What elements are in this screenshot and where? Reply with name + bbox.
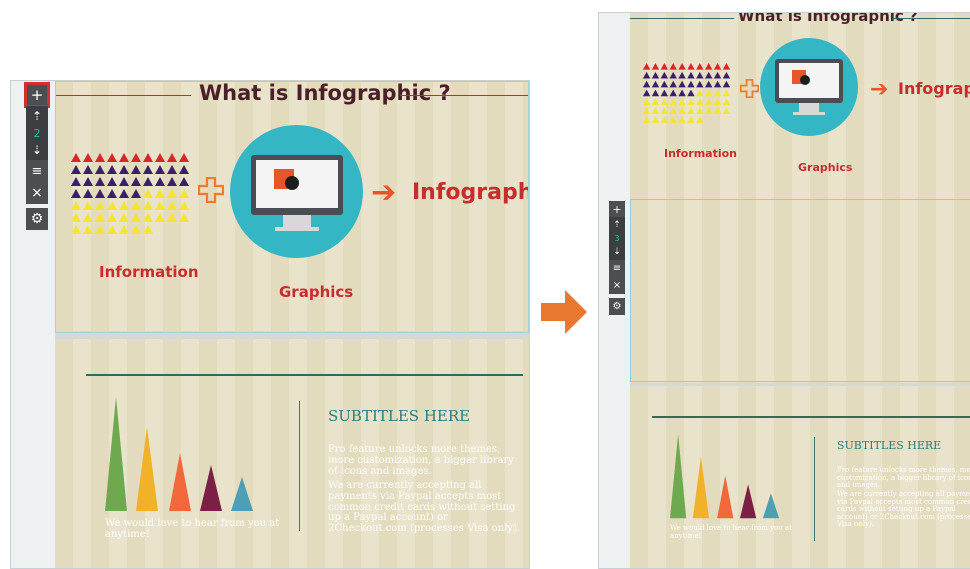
section-toolbar-after: + ⇡ 3 ⇣ ≡ × ⚙ bbox=[609, 201, 625, 315]
column-divider-after bbox=[814, 437, 815, 541]
section-rule bbox=[86, 374, 523, 376]
settings-button-after[interactable]: ⚙ bbox=[609, 298, 625, 315]
infographic-label-after: Infographic bbox=[898, 79, 970, 98]
graphics-label-after: Graphics bbox=[798, 161, 853, 174]
triangle-green bbox=[105, 397, 127, 511]
editor-before: What is Infographic ? Information Graphi… bbox=[10, 80, 530, 569]
layout-button[interactable]: ≡ bbox=[26, 160, 48, 182]
triangle-chart-graphic bbox=[105, 397, 253, 511]
footer-text: We would love to hear from you at anytim… bbox=[105, 518, 280, 540]
delete-section-button-after[interactable]: × bbox=[609, 277, 625, 294]
section-outline bbox=[55, 81, 529, 333]
section-rule-after bbox=[652, 416, 970, 418]
arrow-right-icon-after: ➔ bbox=[870, 77, 889, 102]
settings-button[interactable]: ⚙ bbox=[26, 208, 48, 230]
subtitle-after: SUBTITLES HERE bbox=[837, 439, 942, 452]
triangle-orange bbox=[169, 453, 191, 511]
new-empty-section[interactable] bbox=[630, 199, 970, 382]
screen-shape-circle-after bbox=[800, 75, 810, 85]
footer-text-after: We would love to hear from you at anytim… bbox=[670, 524, 792, 540]
move-down-button[interactable]: ⇣ bbox=[26, 140, 48, 160]
move-down-button-after[interactable]: ⇣ bbox=[609, 244, 625, 260]
move-up-button[interactable]: ⇡ bbox=[26, 106, 48, 126]
paragraph-1: Pro feature unlocks more themes, more cu… bbox=[328, 444, 514, 477]
move-up-button-after[interactable]: ⇡ bbox=[609, 217, 625, 233]
editor-after: What is Infographic ? Information Graphi… bbox=[598, 12, 970, 569]
information-label-after: Information bbox=[664, 147, 737, 160]
subtitle: SUBTITLES HERE bbox=[328, 407, 471, 425]
add-section-button[interactable]: + bbox=[24, 82, 50, 108]
paragraph-2: We are currently accepting all payments … bbox=[328, 480, 520, 535]
triangle-blue bbox=[231, 477, 253, 511]
information-triangles-after bbox=[642, 63, 731, 123]
title-rule-right-after bbox=[892, 18, 970, 19]
section-number-after: 3 bbox=[609, 233, 625, 244]
column-divider bbox=[299, 401, 300, 531]
triangle-chart-graphic-after bbox=[670, 434, 780, 519]
paragraph-1-after: Pro feature unlocks more themes, more cu… bbox=[837, 466, 970, 490]
monitor-base-after bbox=[793, 112, 825, 115]
delete-section-button[interactable]: × bbox=[26, 182, 48, 204]
triangle-maroon bbox=[200, 465, 222, 511]
layout-button-after[interactable]: ≡ bbox=[609, 260, 625, 277]
add-section-button-after[interactable]: + bbox=[609, 201, 625, 217]
transition-arrow-icon bbox=[541, 290, 587, 334]
section-divider-after[interactable] bbox=[630, 383, 970, 386]
editor-page: What is Infographic ? Information Graphi… bbox=[55, 81, 529, 568]
title-rule-left-after bbox=[630, 18, 734, 19]
editor-page-after: What is Infographic ? Information Graphi… bbox=[630, 13, 970, 568]
paragraph-2-after: We are currently accepting all payments … bbox=[837, 490, 970, 529]
page-title-after: What is Infographic ? bbox=[738, 12, 918, 25]
section-number: 2 bbox=[26, 126, 48, 140]
plus-icon-after bbox=[740, 79, 759, 98]
section-toolbar: + ⇡ 2 ⇣ ≡ × ⚙ bbox=[24, 82, 50, 230]
triangle-yellow bbox=[136, 427, 158, 511]
